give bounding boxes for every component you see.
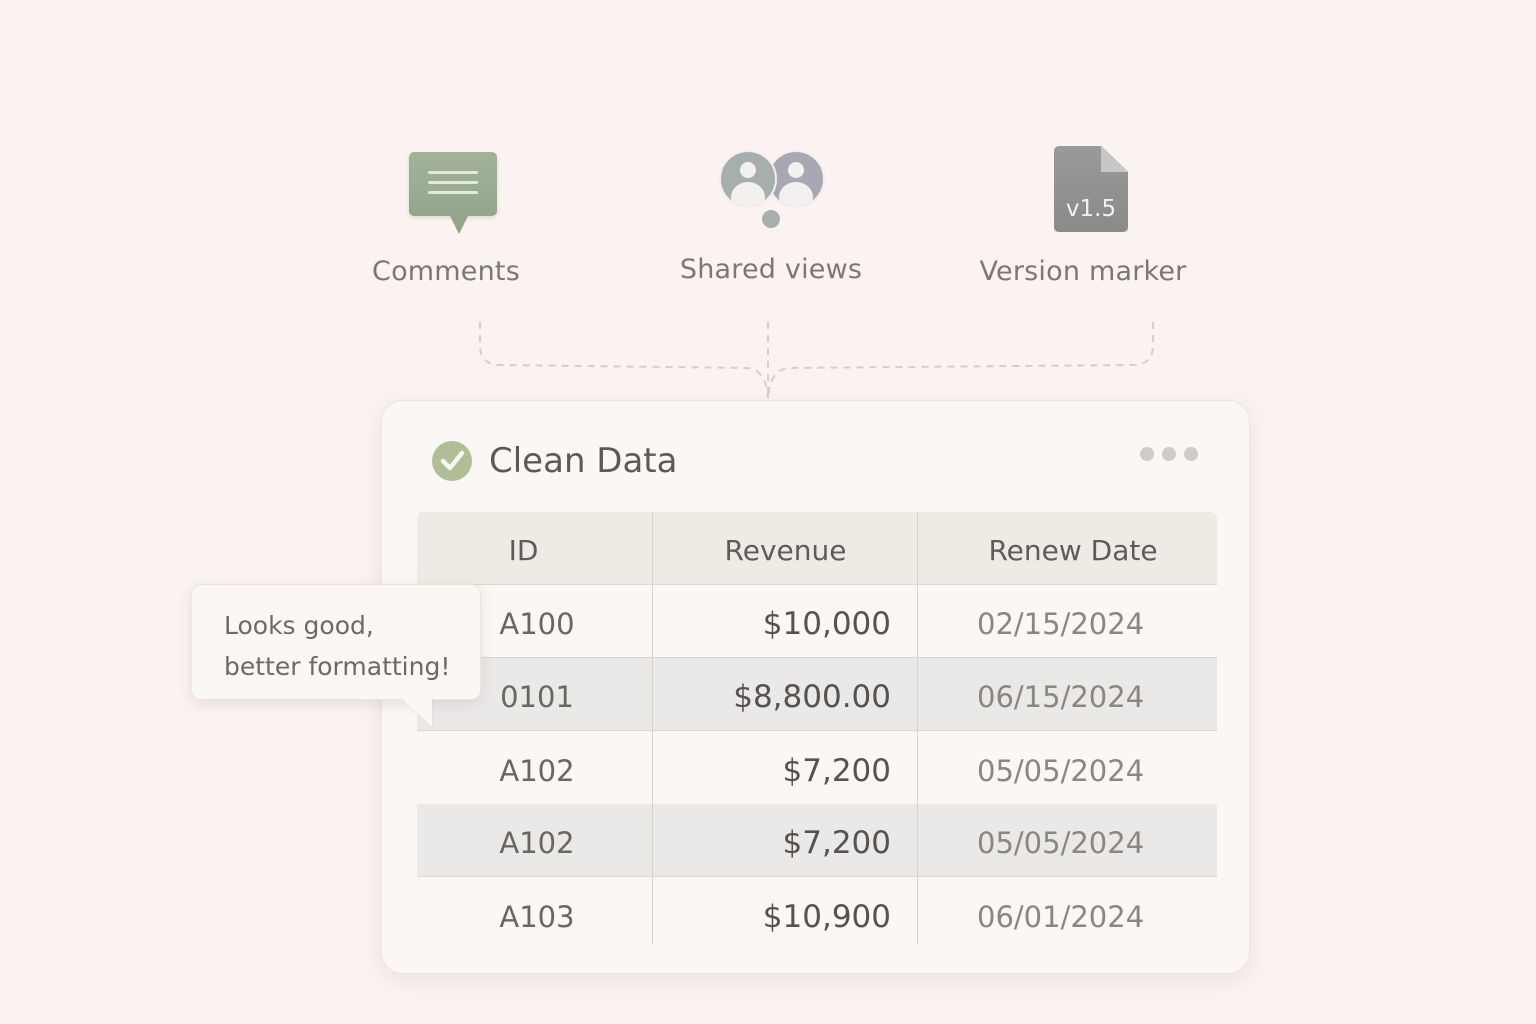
feature-comments[interactable]: Comments [316,140,576,300]
table-row[interactable]: A102 $7,200 05/05/2024 [417,804,1217,877]
cell-revenue: $10,900 [762,899,891,935]
cell-renew-date: 05/05/2024 [977,754,1145,788]
feature-label-version-marker: Version marker [979,256,1187,287]
cell-revenue: $8,800.00 [733,679,891,715]
feature-label-comments: Comments [372,256,520,287]
feature-label-shared-views: Shared views [679,254,863,285]
table-row[interactable]: A102 $7,200 05/05/2024 [417,732,1217,805]
card-title: Clean Data [489,441,678,481]
version-number: v1.5 [1065,196,1117,222]
feature-version-marker[interactable]: v1.5 Version marker [953,140,1213,300]
more-dots-icon [1140,447,1154,461]
cell-id: A103 [499,900,575,934]
users-icon [719,150,825,234]
table-row[interactable]: A103 $10,900 06/01/2024 [417,878,1217,951]
column-header-renew-date[interactable]: Renew Date [918,512,1228,584]
column-header-revenue[interactable]: Revenue [653,512,918,584]
comment-bubble-icon [409,152,497,248]
cell-renew-date: 05/05/2024 [977,826,1145,860]
cell-id: A102 [499,754,575,788]
check-circle-icon [432,441,472,481]
tooltip-tail [400,697,432,727]
avatar [719,150,777,208]
table-header: ID Revenue Renew Date [417,512,1217,585]
cell-revenue: $7,200 [782,753,891,789]
cell-renew-date: 06/15/2024 [977,680,1145,714]
cell-revenue: $7,200 [782,825,891,861]
column-divider [917,512,918,945]
table-row[interactable]: A100 $10,000 02/15/2024 [417,585,1217,658]
cell-renew-date: 06/01/2024 [977,900,1145,934]
more-options-button[interactable] [1138,445,1200,463]
clean-data-card: Clean Data ID Revenue Renew Date A100 $1… [381,400,1250,974]
column-header-id[interactable]: ID [417,512,630,584]
data-table: ID Revenue Renew Date A100 $10,000 02/15… [417,512,1217,945]
cell-id: A102 [499,826,575,860]
tooltip-line-2: better formatting! [224,652,451,681]
column-divider [652,512,653,945]
cell-revenue: $10,000 [762,606,891,642]
tooltip-line-1: Looks good, [224,611,374,640]
feature-shared-views[interactable]: Shared views [641,140,901,300]
file-version-icon: v1.5 [1054,146,1128,234]
table-row[interactable]: 0101 $8,800.00 06/15/2024 [417,658,1217,731]
comment-tooltip: Looks good, better formatting! [191,584,481,700]
cell-renew-date: 02/15/2024 [977,607,1145,641]
